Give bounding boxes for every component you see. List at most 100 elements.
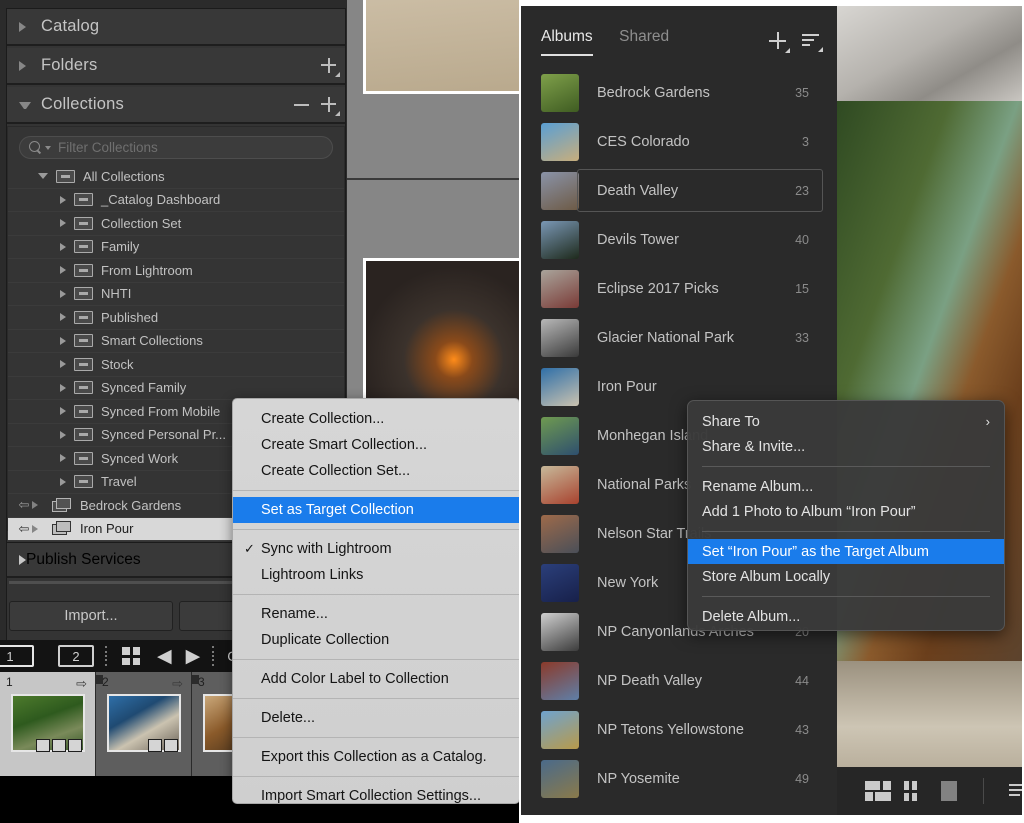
album-list-item[interactable]: NP Death Valley44 — [521, 656, 837, 705]
filter-list-icon[interactable] — [1009, 784, 1022, 798]
collection-tree-row[interactable]: NHTI — [8, 283, 344, 307]
menu-item[interactable]: Set as Target Collection — [233, 497, 519, 523]
thumbnail-badges[interactable] — [148, 739, 178, 752]
menu-item[interactable]: Import Smart Collection Settings... — [233, 783, 519, 804]
filmstrip-thumbnail[interactable]: 2⇨ — [96, 672, 192, 776]
chevron-right-icon[interactable] — [60, 454, 66, 462]
menu-item[interactable]: Share To› — [688, 409, 1004, 434]
screen-1-button[interactable]: 1 — [0, 645, 34, 667]
collection-context-menu[interactable]: Create Collection...Create Smart Collect… — [232, 398, 520, 804]
chevron-right-icon[interactable] — [60, 196, 66, 204]
tab-shared[interactable]: Shared — [619, 28, 669, 46]
collection-badge-icon[interactable] — [36, 739, 50, 752]
album-context-menu[interactable]: Share To›Share & Invite... Rename Album..… — [687, 400, 1005, 631]
crop-badge-icon[interactable] — [52, 739, 66, 752]
menu-separator — [233, 776, 519, 777]
collection-tree-row[interactable]: From Lightroom — [8, 259, 344, 283]
screen-2-button[interactable]: 2 — [58, 645, 94, 667]
collection-tree-row[interactable]: _Catalog Dashboard — [8, 189, 344, 213]
single-photo-view-icon[interactable] — [941, 781, 957, 801]
chevron-right-icon[interactable] — [32, 501, 46, 509]
panel-header-folders[interactable]: Folders — [7, 48, 345, 85]
sort-albums-icon[interactable] — [802, 34, 819, 48]
menu-item[interactable]: Duplicate Collection — [233, 627, 519, 653]
menu-item[interactable]: Create Smart Collection... — [233, 432, 519, 458]
collection-tree-row[interactable]: All Collections — [8, 165, 344, 189]
filter-collections-input[interactable]: Filter Collections — [19, 136, 333, 159]
chevron-right-icon[interactable] — [60, 478, 66, 486]
chevron-right-icon[interactable] — [60, 360, 66, 368]
album-list-item[interactable]: Bedrock Gardens35 — [521, 68, 837, 117]
develop-badge-icon[interactable] — [68, 739, 82, 752]
menu-item[interactable]: Store Album Locally — [688, 564, 1004, 589]
add-album-icon[interactable] — [769, 32, 786, 49]
chevron-right-icon[interactable] — [60, 243, 66, 251]
menu-item[interactable]: Export this Collection as a Catalog. — [233, 744, 519, 770]
album-list-item[interactable]: Glacier National Park33 — [521, 313, 837, 362]
chevron-right-icon[interactable] — [19, 60, 31, 72]
chevron-down-icon[interactable] — [38, 173, 48, 179]
album-list-item[interactable]: Eclipse 2017 Picks15 — [521, 264, 837, 313]
chevron-right-icon[interactable] — [60, 219, 66, 227]
panel-header-catalog[interactable]: Catalog — [7, 9, 345, 46]
remove-collection-icon[interactable] — [294, 104, 309, 106]
chevron-down-icon[interactable] — [19, 99, 31, 111]
album-photo-count: 40 — [795, 233, 809, 247]
menu-item[interactable]: Add 1 Photo to Album “Iron Pour” — [688, 499, 1004, 524]
menu-item[interactable]: Lightroom Links — [233, 562, 519, 588]
chevron-right-icon[interactable] — [60, 431, 66, 439]
album-photo-count: 43 — [795, 723, 809, 737]
collection-tree-row[interactable]: Stock — [8, 353, 344, 377]
add-folder-icon[interactable] — [321, 58, 336, 73]
thumbnail-badges[interactable] — [36, 739, 82, 752]
album-list-item[interactable]: CES Colorado3 — [521, 117, 837, 166]
detail-view-icon[interactable] — [865, 781, 880, 801]
album-list-item[interactable]: NP Yosemite49 — [521, 754, 837, 803]
menu-item[interactable]: Rename Album... — [688, 474, 1004, 499]
arrow-left-icon[interactable]: ◀ — [157, 647, 172, 666]
collection-tree-row[interactable]: Published — [8, 306, 344, 330]
collection-tree-row[interactable]: Smart Collections — [8, 330, 344, 354]
menu-item[interactable]: Rename... — [233, 601, 519, 627]
grid-cell[interactable] — [347, 0, 519, 180]
menu-item[interactable]: Create Collection Set... — [233, 458, 519, 484]
grid-view-icon[interactable] — [904, 781, 917, 801]
menu-item[interactable]: Share & Invite... — [688, 434, 1004, 459]
chevron-right-icon[interactable] — [19, 21, 31, 33]
collection-set-icon — [74, 452, 93, 465]
collection-tree-row[interactable]: Collection Set — [8, 212, 344, 236]
album-list-item[interactable]: Devils Tower40 — [521, 215, 837, 264]
collection-tree-row[interactable]: Family — [8, 236, 344, 260]
import-button[interactable]: Import... — [9, 601, 173, 631]
develop-badge-icon[interactable] — [164, 739, 178, 752]
thumbnail-index: 2 — [102, 675, 109, 689]
menu-item-label: Store Album Locally — [702, 569, 830, 585]
album-list-item[interactable]: Death Valley23 — [521, 166, 837, 215]
menu-item[interactable]: ✓Sync with Lightroom — [233, 536, 519, 562]
menu-item[interactable]: Set “Iron Pour” as the Target Album — [688, 539, 1004, 564]
panel-header-collections[interactable]: Collections — [7, 87, 345, 124]
chevron-right-icon[interactable] — [60, 313, 66, 321]
grid-view-icon[interactable] — [122, 647, 140, 665]
chevron-right-icon[interactable] — [19, 554, 26, 565]
menu-item[interactable]: Add Color Label to Collection — [233, 666, 519, 692]
arrow-right-icon[interactable]: ▶ — [186, 647, 201, 666]
chevron-right-icon[interactable] — [60, 290, 66, 298]
menu-item[interactable]: Create Collection... — [233, 406, 519, 432]
chevron-right-icon[interactable] — [60, 337, 66, 345]
crop-badge-icon[interactable] — [148, 739, 162, 752]
chevron-right-icon[interactable] — [32, 525, 46, 533]
tab-albums[interactable]: Albums — [541, 28, 593, 46]
chevron-down-icon[interactable] — [45, 146, 51, 150]
collection-tree-row[interactable]: Synced Family — [8, 377, 344, 401]
album-list-item[interactable]: NP Tetons Yellowstone43 — [521, 705, 837, 754]
chevron-right-icon[interactable] — [60, 384, 66, 392]
menu-item[interactable]: Delete... — [233, 705, 519, 731]
menu-item[interactable]: Delete Album... — [688, 604, 1004, 629]
add-collection-icon[interactable] — [321, 97, 336, 112]
filmstrip-thumbnail[interactable]: 1⇨ — [0, 672, 96, 776]
chevron-right-icon[interactable] — [60, 407, 66, 415]
album-name: Iron Pour — [597, 379, 657, 395]
chevron-right-icon[interactable] — [60, 266, 66, 274]
photo-bottom — [837, 661, 1022, 771]
